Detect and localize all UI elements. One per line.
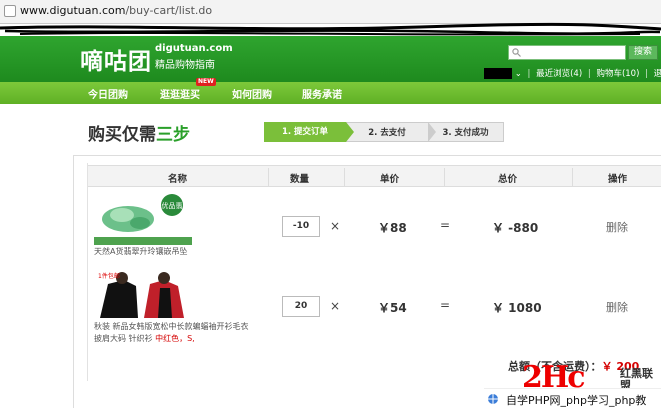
col-divider: [268, 168, 269, 186]
site-header: 嘀咕团 digutuan.com 精品购物指南 搜索 ⌄ | 最近浏览(4) |…: [0, 36, 661, 82]
delete-button[interactable]: 删除: [606, 299, 628, 315]
product-badge: 优品翡: [162, 201, 183, 210]
search-field[interactable]: [508, 45, 626, 60]
step-pay-success: 3. 支付成功: [428, 122, 504, 142]
checkout-steps: 1. 提交订单 2. 去支付 3. 支付成功: [264, 122, 504, 142]
search-input[interactable]: [523, 46, 623, 59]
col-divider: [444, 168, 445, 186]
product-variant: 中红色，S,: [155, 334, 195, 343]
col-unit-price: 单价: [380, 174, 400, 185]
product-name[interactable]: 天然A货翡翠升玲镶嵌吊坠: [94, 246, 187, 258]
step-arrow: [346, 122, 354, 142]
title-prefix: 购买仅需: [88, 125, 156, 145]
product-image-jade[interactable]: 优品翡: [94, 193, 192, 245]
page-title: 购买仅需三步: [88, 120, 190, 145]
times-sign: ×: [330, 219, 341, 233]
product-badge: 1件包邮: [98, 272, 120, 280]
cart-link[interactable]: 购物车(10): [596, 69, 639, 79]
url-path: /buy-cart/list.do: [125, 4, 213, 17]
row-total: ￥ 1080: [492, 301, 542, 315]
main-nav: 今日团购 逛逛逛买 如何团购 服务承诺: [0, 82, 661, 104]
step-go-pay: 2. 去支付: [346, 122, 428, 142]
col-action: 操作: [608, 174, 628, 185]
site-logo[interactable]: 嘀咕团: [80, 42, 152, 76]
step-arrow: [428, 122, 436, 142]
product-name[interactable]: 秋装 新品女韩版宽松中长款蝙蝠袖开衫毛衣 披肩大码 针织衫 中红色，S,: [94, 321, 249, 345]
unit-price: ￥54: [378, 301, 407, 315]
divider: |: [645, 69, 648, 79]
product-name-line: 秋装 新品女韩版宽松中长款蝙蝠袖开衫毛衣: [94, 322, 249, 331]
nav-item-howto[interactable]: 如何团购: [232, 86, 272, 101]
col-divider: [572, 168, 573, 186]
watermark-text: 自学PHP网_php学习_php教: [506, 394, 647, 407]
row-total: ￥ -880: [492, 221, 539, 235]
nav-item-browse[interactable]: 逛逛逛买: [160, 86, 200, 101]
address-bar[interactable]: www.digutuan.com/buy-cart/list.do: [0, 0, 661, 24]
watermark-bar: 自学PHP网_php学习_php教: [484, 388, 661, 408]
username-redacted[interactable]: [484, 68, 512, 79]
col-divider: [344, 168, 345, 186]
search-icon: [512, 48, 521, 57]
recent-views-link[interactable]: 最近浏览(4): [536, 69, 582, 79]
quantity-input[interactable]: -10: [282, 216, 320, 237]
user-links: ⌄ | 最近浏览(4) | 购物车(10) | 退: [484, 67, 661, 79]
nav-item-today[interactable]: 今日团购: [88, 86, 128, 101]
page-icon: [4, 5, 16, 17]
table-header: 名称 数量 单价 总价 操作: [88, 165, 661, 187]
times-sign: ×: [330, 299, 341, 313]
logo-slogan: 精品购物指南: [155, 60, 215, 71]
title-highlight: 三步: [156, 125, 190, 145]
equals-sign: =: [440, 298, 451, 312]
col-quantity: 数量: [290, 174, 310, 185]
quantity-input[interactable]: 20: [282, 296, 320, 317]
divider: |: [527, 69, 531, 79]
product-image-sweater[interactable]: 1件包邮: [94, 270, 192, 322]
search-button[interactable]: 搜索: [628, 45, 658, 60]
globe-icon: [488, 394, 498, 404]
url-text[interactable]: www.digutuan.com/buy-cart/list.do: [20, 4, 212, 17]
delete-button[interactable]: 删除: [606, 219, 628, 235]
unit-price: ￥88: [378, 221, 407, 235]
logout-link[interactable]: 退: [654, 69, 661, 79]
product-name-line: 披肩大码 针织衫: [94, 334, 153, 343]
nav-item-promise[interactable]: 服务承诺: [302, 86, 342, 101]
product-name-line: 天然A货翡翠升玲镶嵌吊坠: [94, 247, 188, 256]
equals-sign: =: [440, 218, 451, 232]
chevron-down-icon[interactable]: ⌄: [515, 69, 522, 79]
url-domain: www.digutuan.com: [20, 4, 126, 17]
step-submit-order: 1. 提交订单: [264, 122, 346, 142]
divider: |: [587, 69, 591, 79]
new-badge: NEW: [196, 78, 216, 86]
col-name: 名称: [168, 174, 188, 185]
logo-domain: digutuan.com: [155, 43, 233, 54]
col-total: 总价: [498, 174, 518, 185]
